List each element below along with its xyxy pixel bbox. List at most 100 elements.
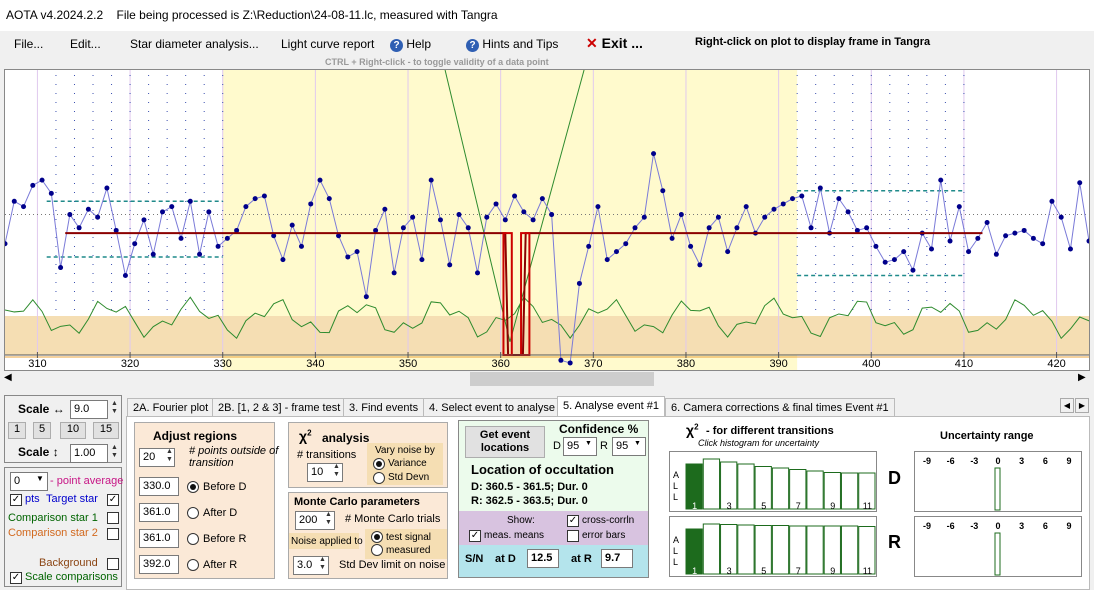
menu-hints[interactable]: ? Hints and Tips [466,37,558,52]
data-point [1077,180,1083,186]
menu-light-curve-report[interactable]: Light curve report [281,37,374,51]
meas-means-checkbox[interactable]: ✓ [469,530,481,542]
data-point [1021,227,1027,233]
scale-button-1[interactable]: 1 [8,422,26,439]
scale-vertical-spinner[interactable]: ▲ ▼ [109,444,120,460]
tab-fourier-plot[interactable]: 2A. Fourier plot [127,398,215,416]
error-bars-checkbox[interactable] [567,530,579,542]
adjust-regions-title: Adjust regions [153,429,238,443]
vary-noise-box: Vary noise by Variance Std Devn [367,443,443,485]
uncertainty-zero-marker [994,532,1001,576]
tab-scroll-right-icon[interactable]: ▶ [1075,398,1089,413]
scale-button-15[interactable]: 15 [93,422,119,439]
histogram-d-svg[interactable]: ALL1 3 5 7 9 11 [670,452,876,511]
tab-camera-corrections[interactable]: 6. Camera corrections & final times Even… [665,398,895,416]
pts-label: pts [25,493,40,505]
tab-find-events[interactable]: 3. Find events [343,398,425,416]
scroll-thumb[interactable] [470,372,654,386]
scale-vertical-input[interactable]: 1.00 [70,444,108,463]
confidence-r-label: R [600,440,608,452]
points-outside-spinner[interactable]: ▲ ▼ [164,448,175,464]
before-r-label: Before R [203,533,247,545]
before-d-input[interactable]: 330.0 [139,477,179,496]
before-r-input[interactable]: 361.0 [139,529,179,548]
x-tick-label: 380 [677,358,695,370]
sn-at-r-value: 9.7 [601,549,633,568]
sn-at-d-label: at D [495,553,516,565]
plot-horizontal-scrollbar[interactable]: ◀ ▶ [0,371,1094,388]
tab-select-event[interactable]: 4. Select event to analyse [423,398,561,416]
data-point [530,217,536,223]
test-signal-label: test signal [386,532,432,543]
light-curve-svg[interactable]: 310 320 330 340 350 360 370 380 390 400 410 420 [5,70,1089,370]
histogram-d[interactable]: A L L 1 3 5 7 9 11 [669,451,877,512]
pts-checkbox[interactable]: ✓ [10,494,22,506]
light-curve-plot[interactable]: 310 320 330 340 350 360 370 380 390 400 410 420 [4,69,1090,371]
histogram-bar [771,467,790,510]
x-tick-label: 320 [121,358,139,370]
scale-comparisons-checkbox[interactable]: ✓ [10,572,22,584]
tab-frame-test[interactable]: 2B. [1, 2 & 3] - frame test [212,398,347,416]
comparison-star-2-checkbox[interactable] [107,528,119,540]
data-point [864,225,870,231]
scroll-left-icon[interactable]: ◀ [4,372,12,383]
location-d-line: D: 360.5 - 361.5; Dur. 0 [471,481,588,493]
before-r-radio[interactable] [187,533,199,545]
confidence-r-chevron-icon[interactable]: ▼ [634,440,641,447]
scale-horizontal-spinner[interactable]: ▲ ▼ [109,400,120,416]
sn-box: S/N at D 12.5 at R 9.7 [459,545,648,577]
scroll-right-icon[interactable]: ▶ [1078,372,1086,383]
uncertainty-tick-label: -3 [970,456,978,466]
data-point [558,357,564,363]
std-dev-limit-spinner[interactable]: ▲ ▼ [317,556,328,572]
menu-help[interactable]: ? Help [390,37,431,52]
uncertainty-title: Uncertainty range [940,430,1034,442]
before-d-radio[interactable] [187,481,199,493]
histogram-r-svg[interactable]: ALL1 3 5 7 9 11 [670,517,876,576]
data-point [901,249,907,255]
scale-comparisons-label: Scale comparisons [25,571,118,583]
histogram-r[interactable]: A L L 1 3 5 7 9 11 [669,516,877,577]
menu-exit[interactable]: ✕ Exit ... [586,35,643,52]
sn-at-d-value: 12.5 [527,549,559,568]
std-devn-radio[interactable] [373,472,385,484]
menu-file[interactable]: File... [14,37,43,51]
menu-star-diameter[interactable]: Star diameter analysis... [130,37,259,51]
data-point [1003,233,1009,239]
uncertainty-zero-marker [994,467,1001,511]
data-point [1030,235,1036,241]
cross-corr-checkbox[interactable]: ✓ [567,515,579,527]
variance-radio[interactable] [373,458,385,470]
after-d-input[interactable]: 361.0 [139,503,179,522]
data-point [58,265,64,271]
transitions-spinner[interactable]: ▲ ▼ [331,463,342,479]
data-point [197,251,203,257]
after-r-radio[interactable] [187,559,199,571]
monte-carlo-trials-spinner[interactable]: ▲ ▼ [323,511,334,527]
comparison-star-1-checkbox[interactable] [107,512,119,524]
data-point [502,217,508,223]
histogram-tick-label: 1 [692,566,697,576]
test-signal-radio[interactable] [371,531,383,543]
after-r-input[interactable]: 392.0 [139,555,179,574]
data-point [437,217,443,223]
data-point [688,243,694,249]
after-d-radio[interactable] [187,507,199,519]
tab-scroll-left-icon[interactable]: ◀ [1060,398,1074,413]
tab-analyse-event[interactable]: 5. Analyse event #1 [557,396,666,417]
data-point [873,243,879,249]
scale-horizontal-input[interactable]: 9.0 [70,400,108,419]
chevron-down-icon[interactable]: ▼ [36,474,44,483]
scale-button-10[interactable]: 10 [60,422,86,439]
measured-radio[interactable] [371,544,383,556]
menu-edit[interactable]: Edit... [70,37,101,51]
get-event-locations-button[interactable]: Get event locations [465,426,545,458]
background-checkbox[interactable] [107,558,119,570]
histogram-tick-label: 7 [796,501,801,511]
histogram-side-letter: L [673,546,678,556]
transitions-label: # transitions [297,449,357,461]
target-star-checkbox[interactable]: ✓ [107,494,119,506]
scale-button-5[interactable]: 5 [33,422,51,439]
confidence-d-chevron-icon[interactable]: ▼ [585,440,592,447]
hist-chi-symbol: χ2 [686,422,699,438]
